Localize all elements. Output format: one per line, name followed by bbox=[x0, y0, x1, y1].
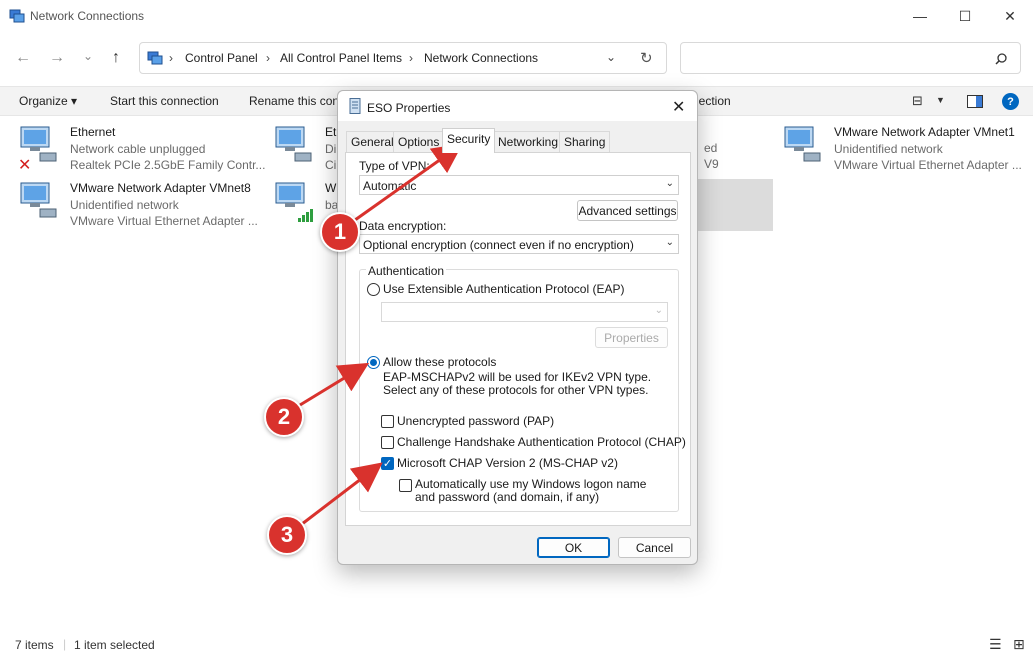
callout-arrow-1 bbox=[354, 143, 463, 222]
annotation-arrows bbox=[299, 143, 463, 526]
callout-badge-1: 1 bbox=[320, 212, 360, 252]
callout-arrow-3 bbox=[301, 462, 383, 526]
callout-badge-2: 2 bbox=[264, 397, 304, 437]
callout-badge-3: 3 bbox=[267, 515, 307, 555]
tab-security[interactable]: Security bbox=[442, 128, 496, 153]
callout-arrow-2 bbox=[299, 362, 370, 407]
